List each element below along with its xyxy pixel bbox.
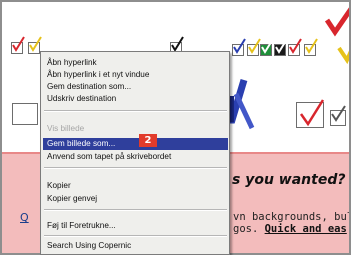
context-menu: Åbn hyperlink Åbn hyperlink i et nyt vin… [40, 51, 230, 255]
checkmark-box-image [304, 38, 318, 56]
checkmark-box-image [28, 36, 42, 54]
section-heading: s you wanted? [232, 172, 346, 188]
body-text: gos. Quick and eas [233, 223, 347, 235]
menu-item-copy-shortcut[interactable]: Kopier genvej [43, 193, 228, 205]
checkmark-box-image [232, 38, 246, 56]
body-text: vn backgrounds, bull [233, 211, 351, 223]
menu-item-show-picture: Vis billede [47, 124, 85, 133]
menu-item-set-as-wallpaper[interactable]: Anvend som tapet på skrivebordet [43, 151, 228, 163]
checkmark-box-image [260, 38, 274, 56]
checkmark-box-image [274, 38, 288, 56]
menu-separator [44, 167, 227, 169]
checkmark-box-image [247, 38, 261, 56]
menu-item-save-picture-as[interactable]: Gem billede som... [43, 138, 228, 150]
menu-item-open-link-new-window[interactable]: Åbn hyperlink i et nyt vindue [43, 69, 228, 81]
menu-item-open-link[interactable]: Åbn hyperlink [43, 57, 228, 69]
menu-item-search-using-copernic[interactable]: Search Using Copernic [43, 240, 228, 252]
checkmark-box-image [296, 99, 325, 128]
decorative-check-image [325, 7, 349, 65]
checkmark-box-image [11, 36, 25, 54]
checkmark-box-image [288, 38, 302, 56]
page-link[interactable]: Q [20, 211, 29, 224]
menu-separator [44, 235, 227, 237]
menu-separator [44, 209, 227, 211]
menu-separator [44, 110, 227, 112]
checkmark-box-image [330, 105, 346, 126]
quick-and-easy-link[interactable]: Quick and eas [265, 223, 347, 235]
step-number-badge: 2 [139, 134, 157, 147]
menu-item-save-target-as[interactable]: Gem destination som... [43, 81, 228, 93]
checkmark-box-image [12, 103, 38, 125]
menu-item-copy[interactable]: Kopier [43, 180, 228, 192]
menu-item-print-target[interactable]: Udskriv destination [43, 93, 228, 105]
body-text-prefix: gos. [233, 223, 265, 235]
menu-item-add-to-favorites[interactable]: Føj til Foretrukne... [43, 220, 228, 232]
